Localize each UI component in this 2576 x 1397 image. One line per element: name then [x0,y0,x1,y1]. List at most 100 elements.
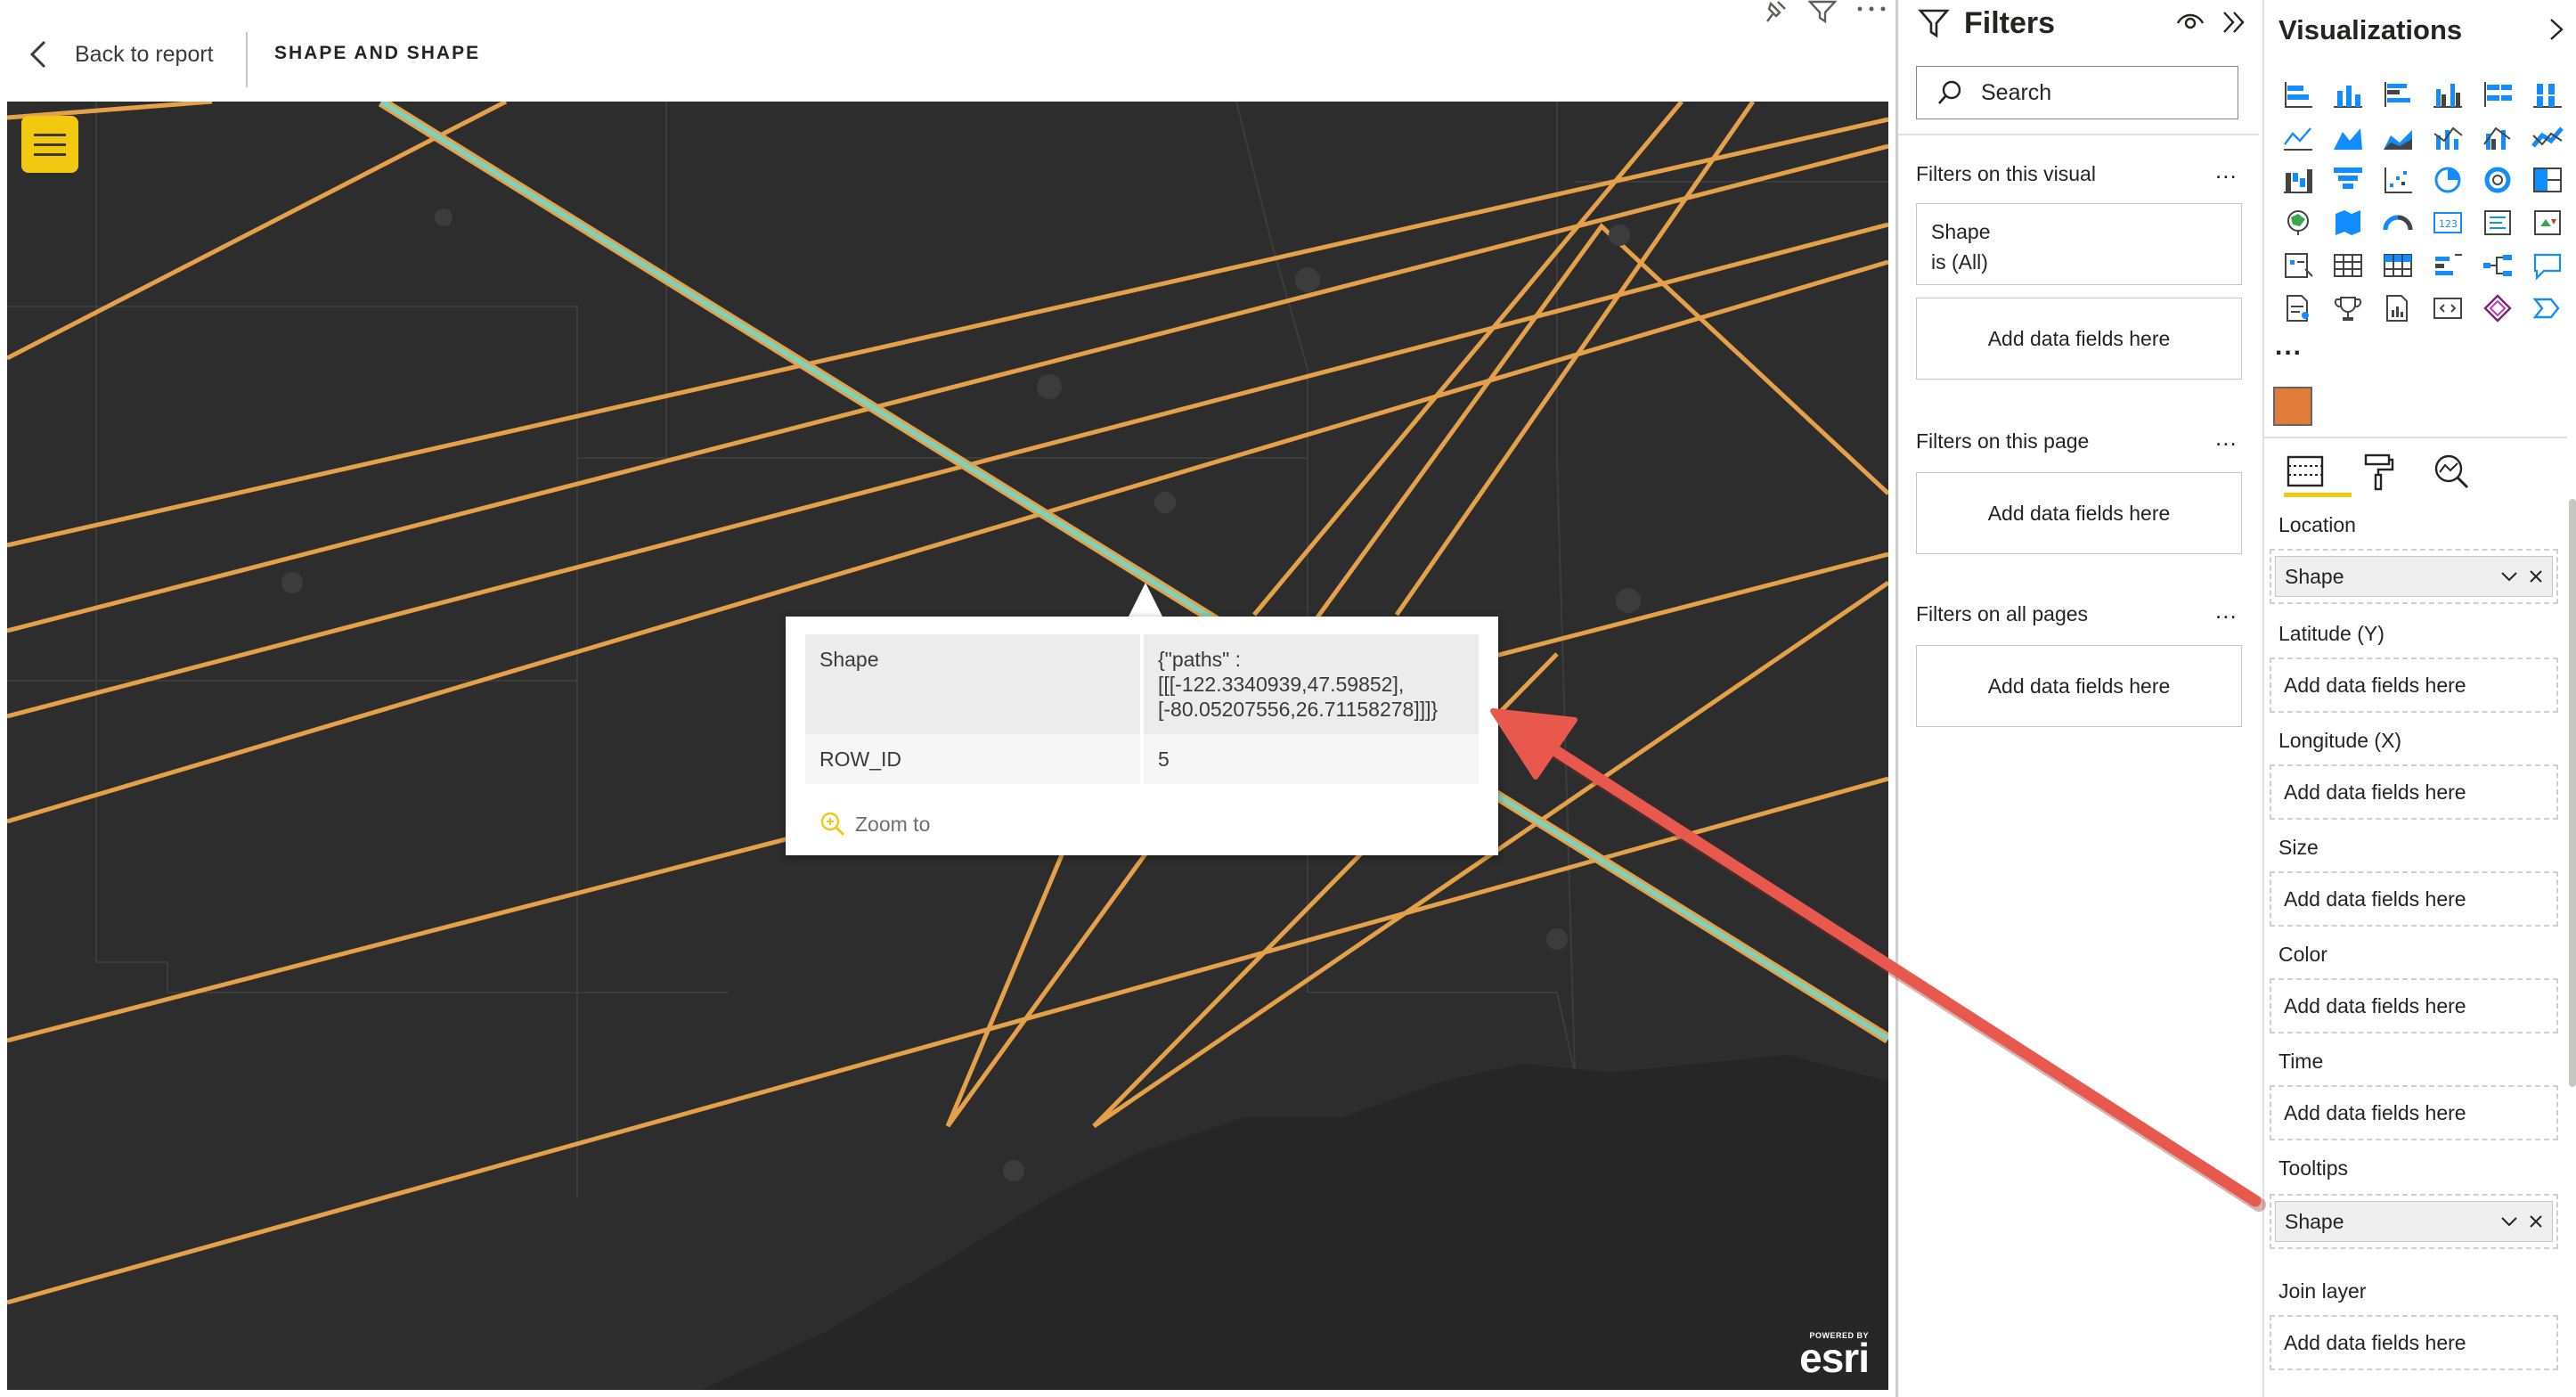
menu-line [34,152,66,156]
more-options-button[interactable]: ... [2215,597,2238,625]
zoom-to-label: Zoom to [855,812,931,836]
chevron-down-icon[interactable] [2499,1211,2520,1232]
stacked-area-chart-icon[interactable] [2373,116,2423,159]
filter-icon[interactable] [1808,0,1837,23]
treemap-icon[interactable] [2523,159,2572,201]
page-title: SHAPE AND SHAPE [274,43,481,63]
search-icon [1938,80,1961,104]
map-icon[interactable] [2273,201,2323,244]
popup-value: {"paths" : [[[-122.3340939,47.59852], [-… [1142,634,1479,734]
tab-fields[interactable] [2282,445,2352,497]
stacked-column-chart-icon[interactable] [2323,73,2373,116]
menu-line [34,133,66,136]
filter-card-shape[interactable]: Shape is (All) [1916,203,2242,285]
chevron-down-icon[interactable] [2499,566,2520,587]
attribution-brand: esri [1799,1335,1870,1381]
search-placeholder: Search [1981,79,2052,105]
tab-analytics[interactable] [2428,445,2474,497]
close-icon[interactable] [2525,566,2547,587]
gauge-icon[interactable] [2373,201,2423,244]
more-options-icon[interactable] [1856,0,1887,23]
matrix-icon[interactable] [2373,244,2423,287]
pin-icon[interactable] [1760,0,1789,23]
goals-icon[interactable] [2323,287,2373,330]
more-visuals-icon[interactable] [2523,287,2572,330]
decomposition-tree-icon[interactable] [2473,244,2523,287]
power-apps-icon[interactable] [2423,287,2473,330]
waterfall-chart-icon[interactable] [2273,159,2323,201]
gulf-water [702,1055,1888,1390]
well-label-color: Color [2278,943,2327,966]
well-time-drop-zone[interactable]: Add data fields here [2270,1085,2558,1140]
filter-field-name: Shape [1931,220,1991,243]
paginated-report-icon[interactable] [2373,287,2423,330]
menu-line [34,143,66,146]
multi-row-card-icon[interactable] [2473,201,2523,244]
ribbon-chart-icon[interactable] [2523,116,2572,159]
pane-scrollbar[interactable] [2569,499,2576,1087]
clustered-bar-chart-icon[interactable] [2373,73,2423,116]
line-and-stacked-column-chart-icon[interactable] [2423,116,2473,159]
power-bi-report: Back to report SHAPE AND SHAPE POWERED B… [0,0,2576,1397]
scatter-chart-icon[interactable] [2373,159,2423,201]
close-icon[interactable] [2525,1211,2547,1232]
field-pill[interactable]: Shape [2275,1201,2553,1242]
100-stacked-bar-chart-icon[interactable] [2473,73,2523,116]
stacked-bar-chart-icon[interactable] [2273,73,2323,116]
card-icon[interactable]: 123 [2423,201,2473,244]
filter-condition: is (All) [1931,250,1988,274]
table-icon[interactable] [2323,244,2373,287]
more-options-button[interactable]: ... [2215,157,2238,184]
more-visuals-button[interactable]: ... [2275,331,2303,362]
field-pill-label: Shape [2285,564,2344,588]
well-location[interactable]: Shape [2270,549,2558,604]
well-label-location: Location [2278,513,2356,536]
tab-format[interactable] [2355,445,2401,497]
back-to-report-link[interactable]: Back to report [27,39,214,69]
area-chart-icon[interactable] [2323,116,2373,159]
zoom-in-icon [820,812,845,837]
well-size-drop-zone[interactable]: Add data fields here [2270,871,2558,927]
line-chart-icon[interactable] [2273,116,2323,159]
well-longitude-drop-zone[interactable]: Add data fields here [2270,764,2558,820]
filled-map-icon[interactable] [2323,201,2373,244]
key-influencers-icon[interactable] [2423,244,2473,287]
well-latitude-drop-zone[interactable]: Add data fields here [2270,658,2558,713]
well-join-layer-drop-zone[interactable]: Add data fields here [2270,1315,2558,1370]
field-pill[interactable]: Shape [2275,556,2553,597]
visualizations-pane: Visualizations 123 ... Location Shape La… [2262,0,2576,1397]
well-color-drop-zone[interactable]: Add data fields here [2270,978,2558,1033]
chevron-right-icon[interactable] [2546,16,2567,43]
kpi-icon[interactable] [2523,201,2572,244]
filter-drop-zone[interactable]: Add data fields here [1916,645,2242,727]
filter-drop-zone[interactable]: Add data fields here [1916,298,2242,380]
100-stacked-column-chart-icon[interactable] [2523,73,2572,116]
fields-icon [2287,455,2324,487]
filter-icon [1918,9,1950,38]
filters-pane: Filters Search Filters on this visual ..… [1895,0,2259,1397]
funnel-icon[interactable] [2323,159,2373,201]
q-and-a-icon[interactable] [2523,244,2572,287]
back-label: Back to report [75,41,214,67]
clustered-column-chart-icon[interactable] [2423,73,2473,116]
more-options-button[interactable]: ... [2215,424,2238,452]
esri-attribution[interactable]: POWERED BY esri [1799,1331,1870,1381]
power-automate-icon[interactable] [2473,287,2523,330]
zoom-to-link[interactable]: Zoom to [819,811,930,837]
arcgis-map-visual-icon[interactable] [2273,387,2312,426]
smart-narrative-icon[interactable] [2273,287,2323,330]
line-and-clustered-column-chart-icon[interactable] [2473,116,2523,159]
eye-icon[interactable] [2176,11,2205,32]
donut-chart-icon[interactable] [2473,159,2523,201]
section-title: Filters on this visual [1916,162,2096,185]
visual-header [1753,0,1888,27]
filter-drop-zone[interactable]: Add data fields here [1916,472,2242,554]
filters-search-input[interactable]: Search [1916,66,2238,119]
menu-button[interactable] [21,116,78,173]
slicer-icon[interactable] [2273,244,2323,287]
pie-chart-icon[interactable] [2423,159,2473,201]
well-tooltips[interactable]: Shape [2270,1194,2558,1249]
popup-key: ROW_ID [805,734,1144,784]
section-title: Filters on all pages [1916,602,2089,625]
collapse-pane-icon[interactable] [2221,9,2247,36]
